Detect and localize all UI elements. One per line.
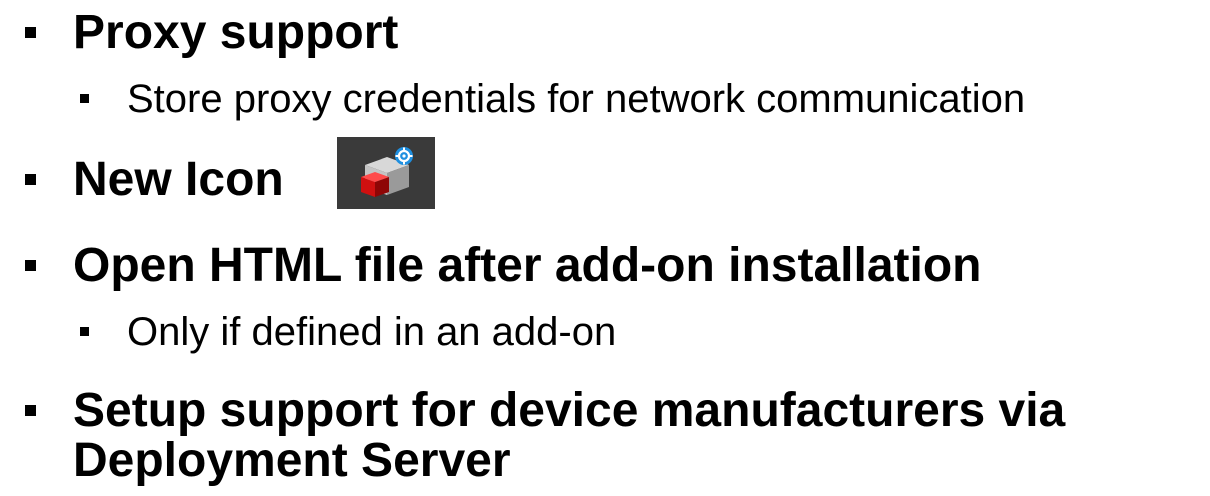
bullet-heading-new-icon: New Icon [73,153,284,206]
sub-bullet-marker [80,94,89,103]
bullet-heading-setup-support-line2: Deployment Server [73,434,511,487]
bullet-marker [25,174,36,185]
bullet-heading-open-html-file: Open HTML file after add-on installation [73,239,982,292]
addon-cube-gear-icon [337,137,435,209]
bullet-marker [25,27,36,38]
sub-bullet-store-proxy-credentials: Store proxy credentials for network comm… [127,77,1026,121]
bullet-heading-setup-support-line1: Setup support for device manufacturers v… [73,384,1066,437]
sub-bullet-only-if-defined: Only if defined in an add-on [127,310,617,354]
sub-bullet-marker [80,327,89,336]
bullet-marker [25,405,36,416]
bullet-marker [25,260,36,271]
bullet-heading-proxy-support: Proxy support [73,6,399,59]
